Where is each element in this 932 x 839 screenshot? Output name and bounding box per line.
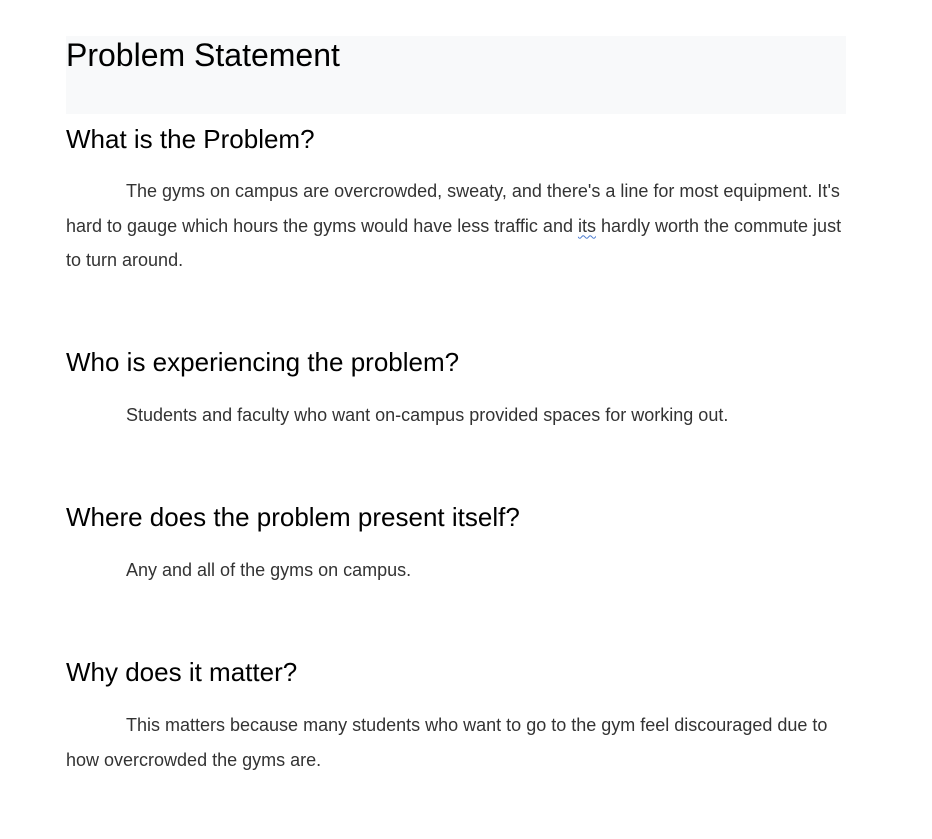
section-heading-who[interactable]: Who is experiencing the problem? [66, 345, 459, 379]
section-heading-what[interactable]: What is the Problem? [66, 122, 315, 156]
section-heading-where[interactable]: Where does the problem present itself? [66, 500, 520, 534]
spelling-flag-word[interactable]: its [578, 216, 596, 236]
section-body-what[interactable]: The gyms on campus are overcrowded, swea… [66, 174, 856, 278]
section-body-where[interactable]: Any and all of the gyms on campus. [66, 553, 856, 588]
section-heading-why[interactable]: Why does it matter? [66, 655, 297, 689]
document-title[interactable]: Problem Statement [66, 34, 340, 76]
section-body-why[interactable]: This matters because many students who w… [66, 708, 856, 777]
section-body-who[interactable]: Students and faculty who want on-campus … [66, 398, 856, 433]
